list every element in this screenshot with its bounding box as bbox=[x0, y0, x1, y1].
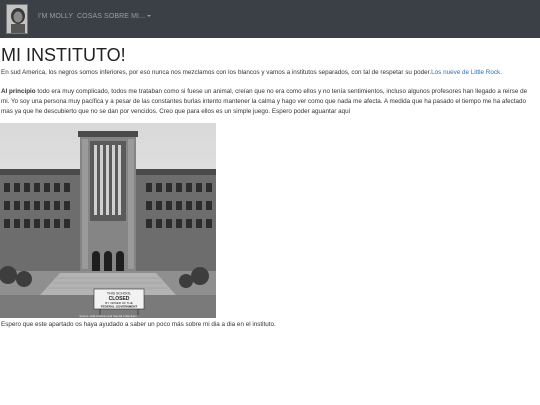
nav-dropdown-label: COSAS SOBRE MI... bbox=[77, 13, 146, 20]
story-text: todo era muy complicado, todos me tratab… bbox=[1, 88, 528, 115]
nav-home-link[interactable]: I'M MOLLY bbox=[38, 13, 73, 20]
top-navbar: I'M MOLLY COSAS SOBRE MI... bbox=[0, 0, 540, 38]
story-paragraph: Al principio todo era muy complicado, to… bbox=[1, 87, 537, 117]
little-rock-link[interactable]: Los nueve de Little Rock. bbox=[431, 69, 502, 76]
nav-dropdown-toggle[interactable]: COSAS SOBRE MI... bbox=[77, 13, 152, 20]
sign-line-4: FEDERAL GOVERNMENT bbox=[101, 305, 138, 309]
intro-paragraph: En sud America, los negros somos inferio… bbox=[1, 68, 539, 78]
photo-caption: Source: Hulk Archives and Special Collec… bbox=[79, 314, 137, 318]
school-photo: THIS SCHOOL CLOSED BY ORDER OF THE FEDER… bbox=[0, 123, 216, 318]
closing-paragraph: Espero que este apartado os haya ayudado… bbox=[1, 321, 276, 328]
intro-text: En sud America, los negros somos inferio… bbox=[1, 69, 432, 76]
page-title: MI INSTITUTO! bbox=[1, 45, 126, 65]
story-lead: Al principio bbox=[1, 88, 36, 95]
sign-line-1: THIS SCHOOL bbox=[107, 292, 131, 296]
caret-down-icon bbox=[147, 15, 152, 18]
avatar[interactable] bbox=[6, 4, 28, 34]
